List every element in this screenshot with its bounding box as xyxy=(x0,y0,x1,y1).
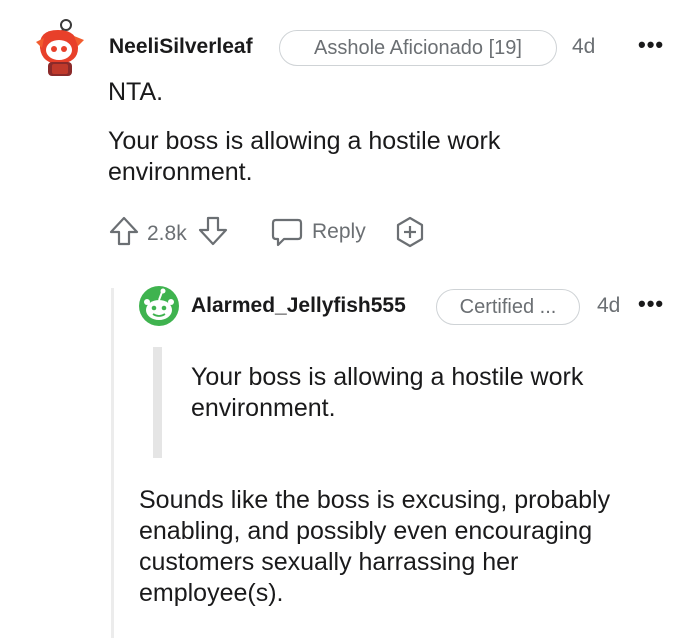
quoted-text: Your boss is allowing a hostile work env… xyxy=(191,363,584,422)
comment-paragraph: NTA. xyxy=(108,78,164,106)
comment-username[interactable]: NeeliSilverleaf xyxy=(109,35,253,59)
reply-body-text: Sounds like the boss is excusing, probab… xyxy=(139,486,611,607)
reply-timestamp[interactable]: 4d xyxy=(597,294,620,318)
upvote-icon[interactable] xyxy=(108,215,140,247)
comment-bubble-icon xyxy=(271,218,303,247)
downvote-icon[interactable] xyxy=(197,215,229,247)
reply-username[interactable]: Alarmed_Jellyfish555 xyxy=(191,294,406,318)
vote-count: 2.8k xyxy=(147,222,187,245)
comment-paragraph: Your boss is allowing a hostile work env… xyxy=(108,127,501,186)
snoo-avatar-icon xyxy=(139,286,179,326)
reply-user-flair-badge: Certified ... xyxy=(436,289,580,325)
comment-timestamp[interactable]: 4d xyxy=(572,35,595,59)
user-flair-badge: Asshole Aficionado [19] xyxy=(279,30,557,66)
thread-line[interactable] xyxy=(111,288,114,638)
award-plus-icon xyxy=(396,216,424,248)
quote-bar xyxy=(153,347,162,458)
more-options-icon[interactable]: ••• xyxy=(638,32,664,58)
snoo-avatar-icon xyxy=(36,19,84,76)
reply-user-avatar[interactable] xyxy=(138,285,180,327)
user-avatar[interactable] xyxy=(34,18,86,78)
reply-label: Reply xyxy=(312,220,366,243)
more-options-icon[interactable]: ••• xyxy=(638,291,664,317)
reply-button[interactable]: Reply xyxy=(271,214,371,248)
award-button[interactable] xyxy=(394,216,426,248)
